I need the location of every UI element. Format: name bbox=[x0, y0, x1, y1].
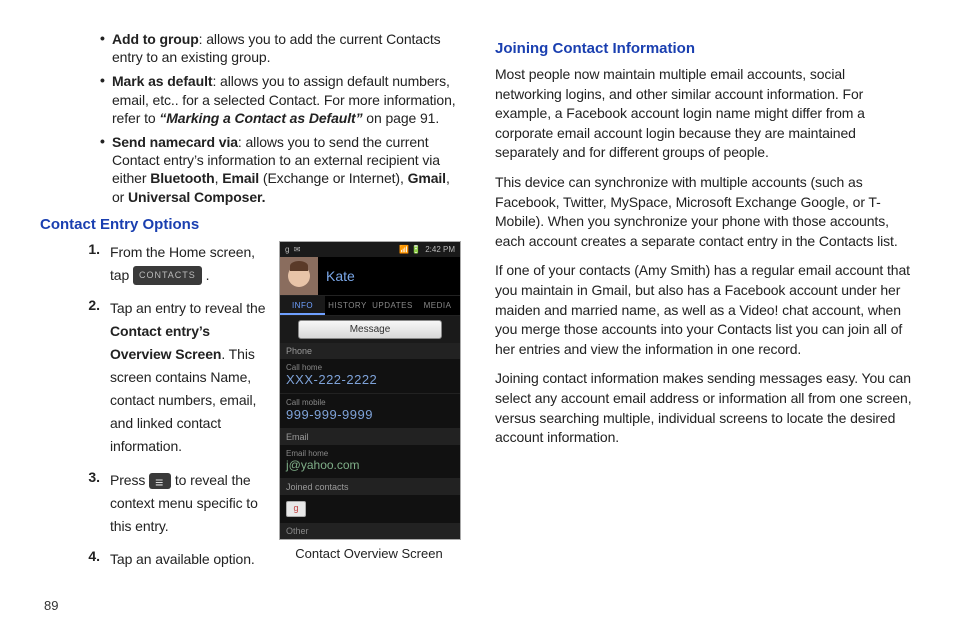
bullet-lead: Mark as default bbox=[112, 73, 212, 89]
bullet-body: Mark as default: allows you to assign de… bbox=[112, 72, 459, 127]
step-4: 4. Tap an available option. bbox=[66, 548, 273, 571]
contact-avatar bbox=[280, 257, 318, 295]
section-other: Other bbox=[280, 523, 460, 539]
field-value: j@yahoo.com bbox=[286, 458, 454, 472]
bullet-dot: • bbox=[100, 30, 112, 66]
google-status-icon: g bbox=[285, 245, 289, 254]
tab-info[interactable]: INFO bbox=[280, 296, 325, 315]
bold-term: Universal Composer. bbox=[128, 189, 265, 205]
mail-status-icon: ✉ bbox=[294, 245, 301, 254]
paragraph: This device can synchronize with multipl… bbox=[495, 173, 914, 251]
field-value: 999-999-9999 bbox=[286, 407, 454, 422]
bold-term: Gmail bbox=[408, 170, 446, 186]
step-number: 3. bbox=[66, 469, 110, 538]
field-label: Call mobile bbox=[286, 398, 454, 407]
field-call-mobile[interactable]: Call mobile 999-999-9999 bbox=[280, 394, 460, 429]
page-number: 89 bbox=[44, 598, 58, 613]
field-call-home[interactable]: Call home XXX-222-2222 bbox=[280, 359, 460, 394]
joined-contacts: g bbox=[280, 495, 460, 523]
menu-icon bbox=[149, 473, 171, 489]
bullet-add-to-group: • Add to group: allows you to add the cu… bbox=[100, 30, 459, 66]
battery-icon: 🔋 bbox=[411, 245, 421, 254]
field-value: XXX-222-2222 bbox=[286, 372, 454, 387]
paragraph: Most people now maintain multiple email … bbox=[495, 65, 914, 163]
phone-figure: g ✉ 📶🔋 2:42 PM Kate INFO HISTORY UPDATES… bbox=[279, 241, 459, 561]
contact-name: Kate bbox=[326, 268, 355, 284]
contact-header: Kate bbox=[280, 257, 460, 295]
tab-updates[interactable]: UPDATES bbox=[370, 296, 415, 315]
field-email-home[interactable]: Email home j@yahoo.com bbox=[280, 445, 460, 479]
heading-joining-contact-info: Joining Contact Information bbox=[495, 40, 914, 57]
bold-term: Bluetooth bbox=[150, 170, 214, 186]
bullet-send-namecard: • Send namecard via: allows you to send … bbox=[100, 133, 459, 206]
google-icon[interactable]: g bbox=[286, 501, 306, 517]
status-bar: g ✉ 📶🔋 2:42 PM bbox=[280, 242, 460, 257]
bullet-body: Add to group: allows you to add the curr… bbox=[112, 30, 459, 66]
phone-mock: g ✉ 📶🔋 2:42 PM Kate INFO HISTORY UPDATES… bbox=[279, 241, 461, 540]
step-body: Press to reveal the context menu specifi… bbox=[110, 469, 273, 538]
bullet-dot: • bbox=[100, 133, 112, 206]
contacts-icon: CONTACTS bbox=[133, 266, 202, 285]
step-body: From the Home screen, tap CONTACTS . bbox=[110, 241, 273, 287]
step-body: Tap an entry to reveal the Contact entry… bbox=[110, 297, 273, 459]
bullet-dot: • bbox=[100, 72, 112, 127]
status-icons-left: g ✉ bbox=[284, 245, 301, 254]
step-1: 1. From the Home screen, tap CONTACTS . bbox=[66, 241, 273, 287]
paragraph: Joining contact information makes sendin… bbox=[495, 369, 914, 447]
field-label: Email home bbox=[286, 449, 454, 458]
tab-media[interactable]: MEDIA bbox=[415, 296, 460, 315]
bullet-list: • Add to group: allows you to add the cu… bbox=[100, 30, 459, 206]
bullet-lead: Send namecard via bbox=[112, 134, 238, 150]
section-email: Email bbox=[280, 429, 460, 445]
tab-history[interactable]: HISTORY bbox=[325, 296, 370, 315]
signal-icon: 📶 bbox=[399, 245, 409, 254]
step-number: 2. bbox=[66, 297, 110, 459]
bullet-mark-default: • Mark as default: allows you to assign … bbox=[100, 72, 459, 127]
status-icons-right: 📶🔋 2:42 PM bbox=[398, 245, 456, 254]
section-phone: Phone bbox=[280, 343, 460, 359]
step-number: 4. bbox=[66, 548, 110, 571]
bullet-lead: Add to group bbox=[112, 31, 199, 47]
bullet-text: on page 91. bbox=[363, 110, 440, 126]
figure-caption: Contact Overview Screen bbox=[279, 546, 459, 561]
tabs-row: INFO HISTORY UPDATES MEDIA bbox=[280, 295, 460, 316]
message-button[interactable]: Message bbox=[298, 320, 442, 339]
section-joined: Joined contacts bbox=[280, 479, 460, 495]
heading-contact-entry-options: Contact Entry Options bbox=[40, 216, 459, 233]
bold-term: Email bbox=[222, 170, 259, 186]
step-number: 1. bbox=[66, 241, 110, 287]
step-3: 3. Press to reveal the context menu spec… bbox=[66, 469, 273, 538]
bullet-body: Send namecard via: allows you to send th… bbox=[112, 133, 459, 206]
step-2: 2. Tap an entry to reveal the Contact en… bbox=[66, 297, 273, 459]
message-row: Message bbox=[280, 316, 460, 343]
bold-term: Contact entry’s Overview Screen bbox=[110, 323, 221, 362]
paragraph: If one of your contacts (Amy Smith) has … bbox=[495, 261, 914, 359]
status-time: 2:42 PM bbox=[425, 245, 455, 254]
field-label: Call home bbox=[286, 363, 454, 372]
cross-ref-link[interactable]: “Marking a Contact as Default” bbox=[159, 110, 362, 126]
step-body: Tap an available option. bbox=[110, 548, 273, 571]
